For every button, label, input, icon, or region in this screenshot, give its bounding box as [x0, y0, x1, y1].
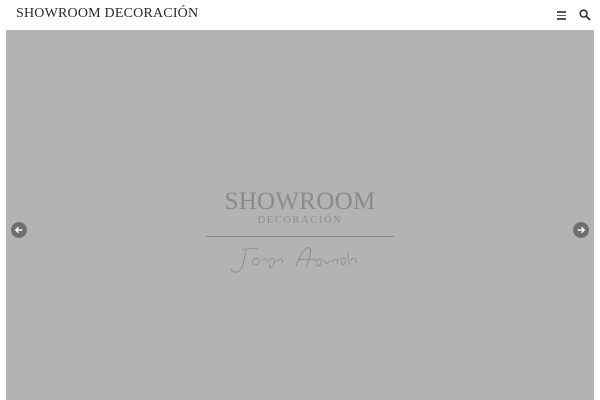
logo-divider — [206, 236, 394, 237]
logo-wordmark: SHOWROOM — [224, 188, 376, 215]
hamburger-menu-icon[interactable] — [555, 8, 569, 22]
slider-next-button[interactable] — [573, 222, 589, 238]
hero-slider: SHOWROOM DECORACIÓN — [6, 30, 594, 400]
search-icon[interactable] — [578, 8, 592, 22]
logo-subtitle: DECORACIÓN — [257, 215, 343, 226]
site-title[interactable]: SHOWROOM DECORACIÓN — [16, 6, 198, 22]
site-header: SHOWROOM DECORACIÓN — [0, 0, 600, 30]
brand-logo: SHOWROOM DECORACIÓN — [206, 188, 394, 278]
logo-signature — [231, 247, 357, 273]
arrow-left-icon — [14, 226, 23, 234]
arrow-right-icon — [577, 226, 586, 234]
slider-prev-button[interactable] — [11, 222, 27, 238]
